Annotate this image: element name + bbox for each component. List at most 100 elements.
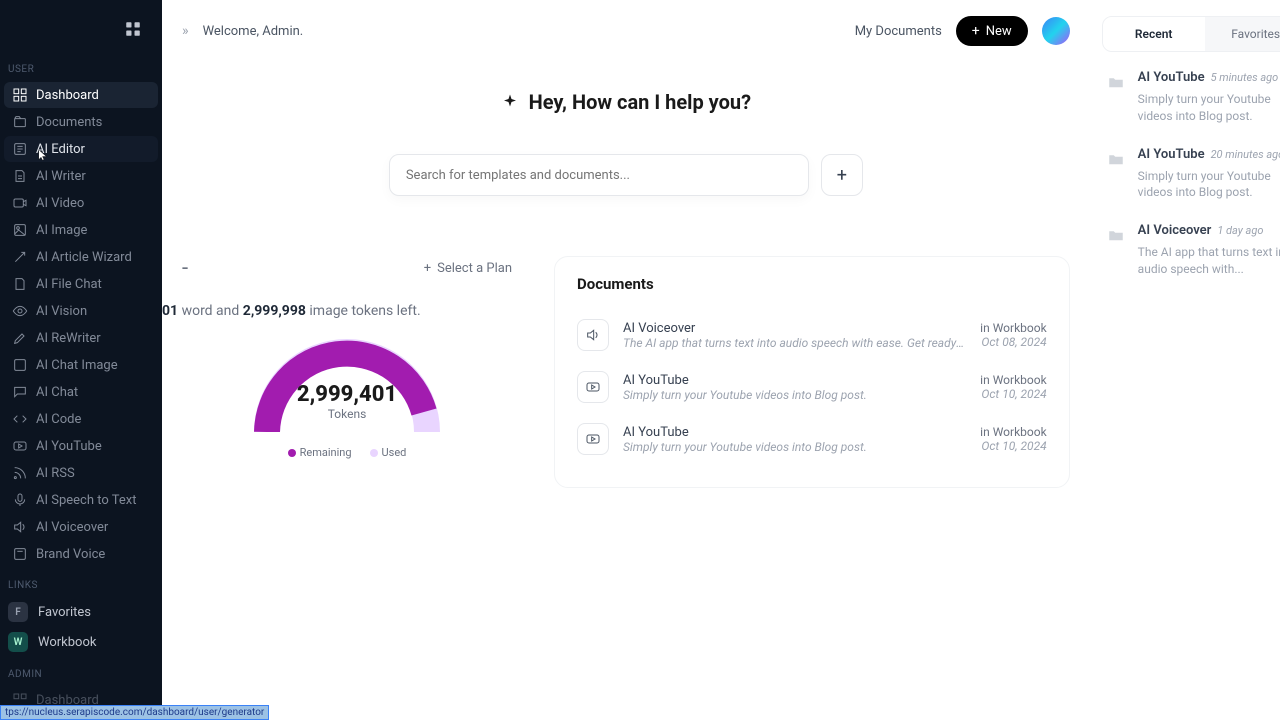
sidebar-item-label: AI Chat Image <box>36 358 118 373</box>
sidebar-item-ai-article-wizard[interactable]: AI Article Wizard <box>4 244 158 270</box>
sidebar-item-ai-youtube[interactable]: AI YouTube <box>4 433 158 459</box>
document-date: Oct 10, 2024 <box>980 387 1047 401</box>
sidebar-item-label: AI Writer <box>36 169 86 184</box>
tab-recent[interactable]: Recent <box>1103 17 1205 51</box>
sidebar-item-documents[interactable]: Documents <box>4 109 158 135</box>
sidebar-item-label: AI File Chat <box>36 277 102 292</box>
folder-icon <box>1104 70 1128 94</box>
search-input-wrapper[interactable] <box>389 154 809 196</box>
workbook-chip: W <box>8 632 28 652</box>
select-plan-button[interactable]: + Select a Plan <box>424 261 512 276</box>
sidebar-item-label: AI Video <box>36 196 84 211</box>
sidebar-item-ai-chat-image[interactable]: AI Chat Image <box>4 352 158 378</box>
right-panel: Recent Favorites AI YouTube 5 minutes ag… <box>1090 0 1280 720</box>
writer-icon <box>12 168 28 184</box>
document-desc: Simply turn your Youtube videos into Blo… <box>623 440 966 454</box>
search-input[interactable] <box>406 168 792 183</box>
sidebar-item-ai-editor[interactable]: AI Editor <box>4 136 158 162</box>
new-button-label: New <box>986 24 1012 39</box>
link-label: Workbook <box>38 635 96 650</box>
documents-card: Documents AI Voiceover The AI app that t… <box>554 256 1070 488</box>
sidebar-item-ai-speech-to-text[interactable]: AI Speech to Text <box>4 487 158 513</box>
plus-icon: + <box>424 261 431 276</box>
sidebar-item-ai-rewriter[interactable]: AI ReWriter <box>4 325 158 351</box>
tab-favorites[interactable]: Favorites <box>1205 17 1280 51</box>
chat-image-icon <box>12 357 28 373</box>
my-documents-link[interactable]: My Documents <box>855 24 942 39</box>
feed-item[interactable]: AI YouTube 5 minutes ago Simply turn you… <box>1102 52 1280 129</box>
youtube-icon <box>12 438 28 454</box>
feed-desc: The AI app that turns text into audio sp… <box>1138 244 1280 278</box>
sidebar-item-ai-video[interactable]: AI Video <box>4 190 158 216</box>
sidebar-item-ai-file-chat[interactable]: AI File Chat <box>4 271 158 297</box>
document-row[interactable]: AI YouTube Simply turn your Youtube vide… <box>577 361 1047 413</box>
main-area: » Welcome, Admin. My Documents + New Hey… <box>162 0 1090 720</box>
sidebar-item-ai-chat[interactable]: AI Chat <box>4 379 158 405</box>
feed-item[interactable]: AI Voiceover 1 day ago The AI app that t… <box>1102 205 1280 282</box>
word-tokens: 01 <box>162 303 178 319</box>
dot-used-icon <box>370 449 378 457</box>
document-name: AI Voiceover <box>623 321 966 336</box>
sidebar-item-label: AI Vision <box>36 304 87 319</box>
sidebar-item-ai-voiceover[interactable]: AI Voiceover <box>4 514 158 540</box>
new-button[interactable]: + New <box>956 16 1028 46</box>
dot-remaining-icon <box>288 449 296 457</box>
top-bar: » Welcome, Admin. My Documents + New <box>162 0 1090 62</box>
sidebar-item-label: AI Image <box>36 223 87 238</box>
document-name: AI YouTube <box>623 373 966 388</box>
rewriter-icon <box>12 330 28 346</box>
sidebar-item-ai-code[interactable]: AI Code <box>4 406 158 432</box>
search-add-button[interactable]: + <box>821 154 863 196</box>
sidebar-item-brand-voice[interactable]: Brand Voice <box>4 541 158 567</box>
plan-name: - <box>182 256 188 281</box>
code-icon <box>12 411 28 427</box>
file-chat-icon <box>12 276 28 292</box>
gauge-unit: Tokens <box>252 407 442 421</box>
feed-time: 20 minutes ago <box>1211 148 1280 161</box>
link-label: Favorites <box>38 605 91 620</box>
video-icon <box>12 195 28 211</box>
link-favorites[interactable]: F Favorites <box>0 597 162 627</box>
gauge-legend: Remaining Used <box>288 446 407 459</box>
document-desc: Simply turn your Youtube videos into Blo… <box>623 388 966 402</box>
documents-icon <box>12 114 28 130</box>
youtube-icon <box>577 423 609 455</box>
folder-icon <box>1104 223 1128 247</box>
favorites-chip: F <box>8 602 28 622</box>
avatar[interactable] <box>1042 17 1070 45</box>
document-date: Oct 10, 2024 <box>980 439 1047 453</box>
hero-text: Hey, How can I help you? <box>529 90 751 114</box>
sidebar-item-ai-vision[interactable]: AI Vision <box>4 298 158 324</box>
documents-title: Documents <box>577 275 1047 293</box>
sidebar-item-ai-writer[interactable]: AI Writer <box>4 163 158 189</box>
document-row[interactable]: AI YouTube Simply turn your Youtube vide… <box>577 413 1047 465</box>
document-location: in Workbook <box>980 373 1047 387</box>
document-row[interactable]: AI Voiceover The AI app that turns text … <box>577 309 1047 361</box>
sidebar-item-label: AI RSS <box>36 466 75 481</box>
search-row: + <box>162 154 1090 196</box>
feed-item[interactable]: AI YouTube 20 minutes ago Simply turn yo… <box>1102 129 1280 206</box>
cursor-icon <box>38 148 50 162</box>
feed-title: AI YouTube <box>1138 70 1205 85</box>
document-date: Oct 08, 2024 <box>980 335 1047 349</box>
status-bar-url: tps://nucleus.serapiscode.com/dashboard/… <box>0 705 269 720</box>
sidebar-item-label: AI Voiceover <box>36 520 108 535</box>
collapse-icon[interactable]: » <box>182 23 189 39</box>
section-admin: ADMIN <box>0 657 162 686</box>
sidebar-item-ai-rss[interactable]: AI RSS <box>4 460 158 486</box>
app-grid-button[interactable] <box>118 14 148 44</box>
sidebar-item-label: AI Code <box>36 412 81 427</box>
youtube-icon <box>577 371 609 403</box>
link-workbook[interactable]: W Workbook <box>0 627 162 657</box>
token-gauge: 2,999,401 Tokens <box>252 337 442 432</box>
feed-desc: Simply turn your Youtube videos into Blo… <box>1138 91 1280 125</box>
hero-title: Hey, How can I help you? <box>162 90 1090 114</box>
sidebar-item-dashboard[interactable]: Dashboard <box>4 82 158 108</box>
sidebar-item-label: Dashboard <box>36 88 99 103</box>
wand-icon <box>12 249 28 265</box>
rss-icon <box>12 465 28 481</box>
sidebar-item-ai-image[interactable]: AI Image <box>4 217 158 243</box>
editor-icon <box>12 141 28 157</box>
document-location: in Workbook <box>980 425 1047 439</box>
chat-icon <box>12 384 28 400</box>
